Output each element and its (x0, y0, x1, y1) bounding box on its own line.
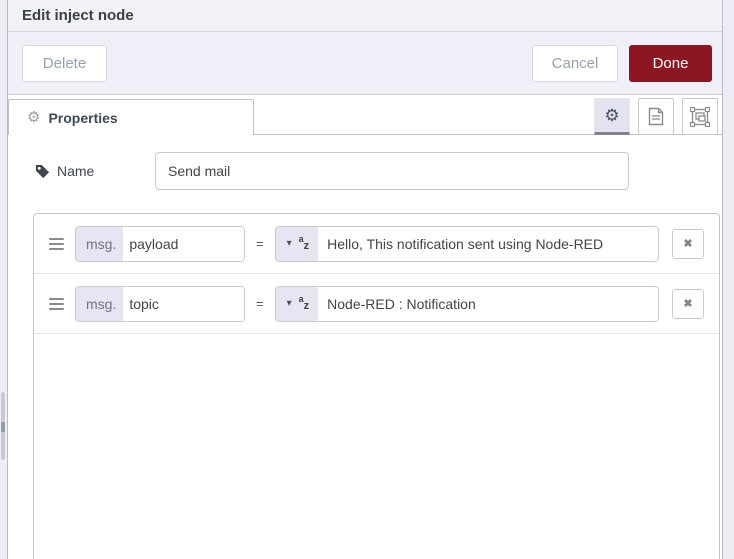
msg-prefix-label: msg. (76, 286, 124, 321)
close-icon: ✖ (683, 298, 693, 310)
dialog-title: Edit inject node (22, 7, 134, 24)
done-button[interactable]: Done (629, 44, 712, 82)
description-tab-button[interactable] (638, 98, 674, 135)
chevron-down-icon: ▾ (286, 297, 292, 309)
name-label-text: Name (57, 163, 95, 179)
property-value-input[interactable] (318, 286, 658, 321)
type-select-button[interactable]: ▾ az (275, 286, 319, 321)
typed-input: ▾ az (274, 285, 659, 322)
edit-node-dialog: Edit inject node Delete Cancel Done ⚙ Pr… (8, 0, 722, 559)
document-icon (648, 107, 664, 126)
workspace-right-edge (722, 0, 734, 559)
msg-prefix-label: msg. (76, 226, 124, 261)
name-input[interactable] (155, 152, 629, 190)
property-row-payload: msg. = ▾ az ✖ (34, 214, 719, 274)
typed-input: ▾ az (274, 225, 659, 262)
string-type-icon: az (298, 294, 310, 312)
drag-handle-icon[interactable] (49, 237, 69, 250)
property-key-field[interactable]: msg. (75, 225, 245, 262)
gear-icon: ⚙ (27, 109, 41, 126)
string-type-icon: az (298, 234, 310, 252)
tag-icon (35, 164, 50, 178)
dialog-toolbar: Delete Cancel Done (8, 32, 722, 95)
cancel-button[interactable]: Cancel (532, 44, 618, 82)
name-label: Name (35, 163, 155, 179)
toolbar-right-group: Cancel Done (532, 44, 712, 82)
property-name-input[interactable] (123, 226, 244, 261)
message-properties-list: msg. = ▾ az ✖ msg. (33, 213, 720, 559)
equals-sign: = (256, 296, 264, 311)
property-key-field[interactable]: msg. (75, 285, 245, 322)
tab-properties-label: Properties (48, 109, 118, 126)
gear-icon: ⚙ (604, 106, 620, 125)
tab-icon-buttons: ⚙ (594, 98, 718, 135)
dialog-header: Edit inject node (8, 0, 722, 32)
tab-properties[interactable]: ⚙ Properties (8, 99, 254, 135)
property-row-topic: msg. = ▾ az ✖ (34, 274, 719, 334)
remove-row-button[interactable]: ✖ (672, 288, 704, 319)
remove-row-button[interactable]: ✖ (672, 228, 704, 259)
editor-tab-bar: ⚙ Properties ⚙ (8, 95, 722, 135)
type-select-button[interactable]: ▾ az (275, 226, 319, 261)
selection-box-icon (690, 106, 710, 127)
appearance-tab-button[interactable] (682, 98, 718, 135)
close-icon: ✖ (683, 238, 693, 250)
delete-button[interactable]: Delete (22, 44, 107, 82)
chevron-down-icon: ▾ (286, 237, 292, 249)
properties-tab-button[interactable]: ⚙ (594, 98, 630, 135)
workspace-left-edge (0, 0, 8, 559)
property-name-input[interactable] (123, 286, 244, 321)
left-scrollbar-thumb[interactable] (1, 392, 5, 460)
name-row: Name (35, 152, 629, 190)
property-value-input[interactable] (318, 226, 658, 261)
equals-sign: = (256, 236, 264, 251)
drag-handle-icon[interactable] (49, 297, 69, 310)
properties-form: Name msg. = ▾ az (8, 135, 722, 559)
